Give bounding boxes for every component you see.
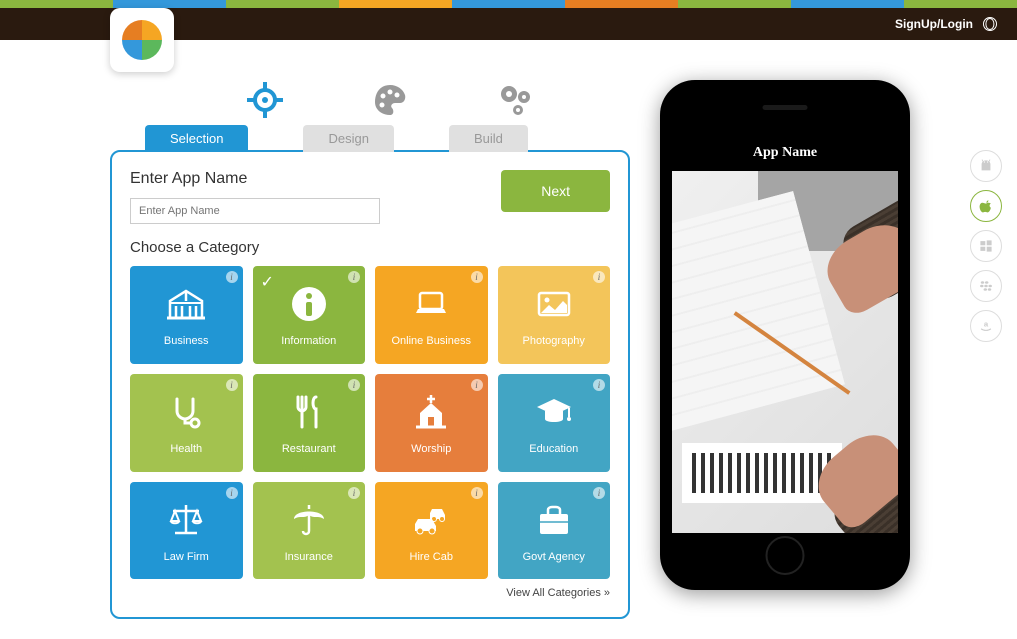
category-label: Govt Agency — [523, 551, 585, 563]
category-information[interactable]: i ✓ Information — [253, 266, 366, 364]
platform-android-icon[interactable] — [970, 150, 1002, 182]
info-icon[interactable]: i — [593, 487, 605, 499]
church-icon — [410, 391, 452, 433]
info-icon[interactable]: i — [348, 271, 360, 283]
category-label: Hire Cab — [410, 551, 453, 563]
category-health[interactable]: i Health — [130, 374, 243, 472]
phone-app-title: App Name — [672, 135, 898, 171]
info-icon[interactable]: i — [226, 379, 238, 391]
next-button[interactable]: Next — [501, 170, 610, 212]
info-icon — [288, 283, 330, 325]
info-icon[interactable]: i — [348, 487, 360, 499]
briefcase-icon — [533, 499, 575, 541]
info-icon[interactable]: i — [226, 487, 238, 499]
phone-preview: App Name — [660, 80, 910, 590]
choose-category-label: Choose a Category — [130, 239, 610, 256]
phone-preview-image — [672, 171, 898, 533]
svg-text:a: a — [984, 320, 989, 329]
category-label: Online Business — [392, 335, 472, 347]
info-icon[interactable]: i — [471, 271, 483, 283]
category-label: Restaurant — [282, 443, 336, 455]
category-restaurant[interactable]: i Restaurant — [253, 374, 366, 472]
platform-apple-icon[interactable] — [970, 190, 1002, 222]
photo-icon — [533, 283, 575, 325]
info-icon[interactable]: i — [593, 379, 605, 391]
scales-icon — [165, 499, 207, 541]
info-icon[interactable]: i — [226, 271, 238, 283]
tab-design[interactable]: Design — [303, 125, 393, 152]
category-label: Law Firm — [164, 551, 209, 563]
check-icon: ✓ — [261, 272, 274, 292]
app-name-label: Enter App Name — [130, 170, 380, 188]
category-online-business[interactable]: i Online Business — [375, 266, 488, 364]
category-label: Business — [164, 335, 209, 347]
app-name-input[interactable] — [130, 198, 380, 224]
logo[interactable] — [110, 8, 174, 72]
gradcap-icon — [533, 391, 575, 433]
category-label: Education — [529, 443, 578, 455]
category-education[interactable]: i Education — [498, 374, 611, 472]
platform-blackberry-icon[interactable] — [970, 270, 1002, 302]
globe-icon[interactable] — [983, 17, 997, 31]
umbrella-icon — [288, 499, 330, 541]
info-icon[interactable]: i — [593, 271, 605, 283]
category-worship[interactable]: i Worship — [375, 374, 488, 472]
category-label: Photography — [523, 335, 585, 347]
info-icon[interactable]: i — [348, 379, 360, 391]
category-label: Worship — [411, 443, 451, 455]
info-icon[interactable]: i — [471, 487, 483, 499]
cars-icon — [410, 499, 452, 541]
category-photography[interactable]: i Photography — [498, 266, 611, 364]
building-icon — [165, 283, 207, 325]
gears-icon — [495, 80, 535, 120]
category-law-firm[interactable]: i Law Firm — [130, 482, 243, 580]
tab-selection[interactable]: Selection — [145, 125, 248, 152]
platform-amazon-icon[interactable]: a — [970, 310, 1002, 342]
category-label: Insurance — [285, 551, 333, 563]
platform-windows-icon[interactable] — [970, 230, 1002, 262]
category-label: Information — [281, 335, 336, 347]
category-hire-cab[interactable]: i Hire Cab — [375, 482, 488, 580]
category-label: Health — [170, 443, 202, 455]
utensils-icon — [288, 391, 330, 433]
info-icon[interactable]: i — [471, 379, 483, 391]
target-icon — [245, 80, 285, 120]
category-govt-agency[interactable]: i Govt Agency — [498, 482, 611, 580]
selection-panel: Enter App Name Next Choose a Category i B… — [110, 150, 630, 619]
category-business[interactable]: i Business — [130, 266, 243, 364]
view-all-categories-link[interactable]: View All Categories » — [130, 587, 610, 599]
category-insurance[interactable]: i Insurance — [253, 482, 366, 580]
tab-build[interactable]: Build — [449, 125, 528, 152]
laptop-icon — [410, 283, 452, 325]
auth-link[interactable]: SignUp/Login — [895, 17, 973, 31]
stethoscope-icon — [165, 391, 207, 433]
palette-icon — [370, 80, 410, 120]
